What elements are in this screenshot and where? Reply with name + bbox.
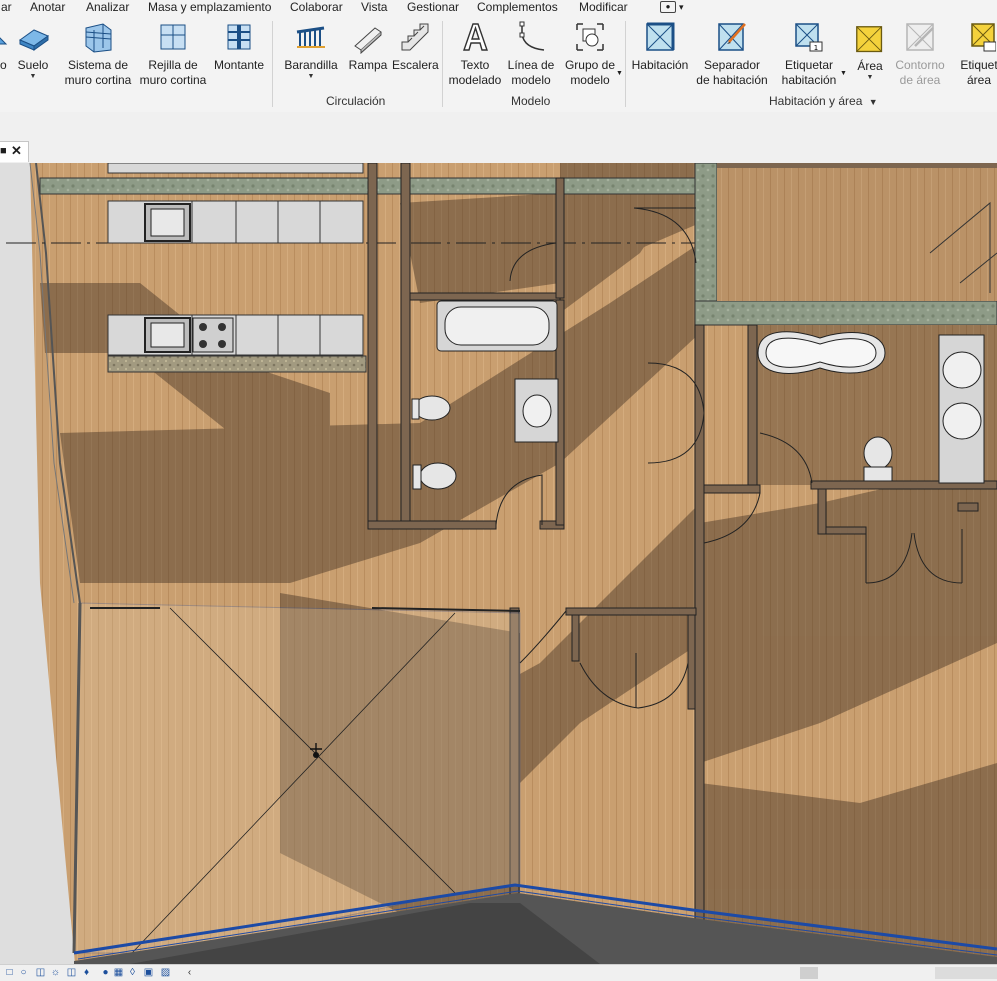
mullion-button[interactable]: Montante (212, 15, 266, 95)
show-crop-icon[interactable]: ▦ (113, 967, 124, 978)
stair-icon (401, 23, 429, 51)
mullion-icon (227, 24, 251, 50)
panel-separator (625, 21, 626, 107)
chevron-down-icon[interactable]: ▼ (13, 73, 53, 80)
horizontal-scrollbar[interactable] (935, 967, 997, 979)
tag-room-button[interactable]: 1 Etiquetar habitación (776, 15, 842, 95)
curtain-system-button[interactable]: Sistema de muro cortina (61, 15, 135, 95)
panel-circulacion: Circulación (326, 94, 386, 108)
area-icon (856, 26, 883, 53)
view-tab-strip: ■ ✕ (0, 112, 997, 163)
close-icon[interactable]: ✕ (11, 143, 22, 159)
scale-icon[interactable]: □ (4, 967, 15, 978)
menu-arquitectura[interactable]: ar (1, 0, 12, 15)
floor-plan-drawing (0, 163, 997, 964)
ramp-icon (354, 27, 382, 54)
railing-icon (296, 26, 325, 48)
model-group-button[interactable]: Grupo de modelo (560, 15, 620, 95)
temporary-hide-icon[interactable]: ▣ (143, 967, 154, 978)
crop-view-icon[interactable]: ● (100, 967, 111, 978)
model-group-icon (576, 23, 604, 51)
unlock-3d-icon[interactable]: ◊ (127, 967, 138, 978)
floor-plan-view[interactable] (0, 163, 997, 964)
model-line-icon (519, 21, 545, 51)
menu-bar: ar Anotar Analizar Masa y emplazamiento … (0, 0, 997, 15)
view-control-bar: □ ○ ◫ ☼ ◫ ♦ ● ▦ ◊ ▣ ▨ ‹ (0, 964, 997, 981)
view-tab[interactable]: ■ ✕ (0, 141, 29, 162)
menu-analizar[interactable]: Analizar (86, 0, 129, 15)
room-separator-button[interactable]: Separador de habitación (694, 15, 770, 95)
tag-room-icon: 1 (795, 23, 823, 52)
ribbon: o Suelo ▼ Sistema de muro cortina Rejill… (0, 15, 997, 113)
view-tab-label: ■ (0, 145, 7, 157)
detail-level-icon[interactable]: ○ (18, 967, 29, 978)
context-tab-icon[interactable]: ● (660, 1, 676, 13)
area-boundary-icon (906, 23, 934, 51)
chevron-down-icon[interactable]: ▼ (852, 74, 888, 81)
chevron-down-icon[interactable]: ▼ (840, 70, 847, 77)
reveal-hidden-icon[interactable]: ▨ (160, 967, 171, 978)
model-text-button[interactable]: Texto modelado (448, 15, 502, 95)
room-separator-icon (718, 23, 746, 51)
sun-path-icon[interactable]: ☼ (50, 967, 61, 978)
area-button[interactable]: Área ▼ (852, 15, 888, 95)
area-boundary-button[interactable]: Contorno de área (893, 15, 947, 95)
curtain-grid-button[interactable]: Rejilla de muro cortina (138, 15, 208, 95)
stair-button[interactable]: Escalera (392, 15, 439, 95)
railing-button[interactable]: Barandilla ▼ (282, 15, 340, 95)
model-line-button[interactable]: Línea de modelo (505, 15, 557, 95)
scroll-left-icon[interactable]: ‹ (184, 967, 195, 978)
horizontal-scrollbar-thumb[interactable] (800, 967, 818, 979)
svg-text:1: 1 (814, 44, 818, 52)
panel-modelo: Modelo (511, 94, 551, 108)
panel-habitacion-area[interactable]: Habitación y área ▼ (769, 94, 878, 108)
tag-area-icon (971, 23, 996, 52)
panel-separator (442, 21, 443, 107)
tag-area-button[interactable]: Etiquet área (954, 15, 997, 95)
chevron-down-icon[interactable]: ▼ (282, 73, 340, 80)
panel-separator (272, 21, 273, 107)
menu-modificar[interactable]: Modificar (579, 0, 628, 15)
menu-complementos[interactable]: Complementos (477, 0, 558, 15)
curtain-system-icon (85, 23, 112, 53)
roof-icon (0, 37, 8, 45)
floor-icon (18, 29, 50, 51)
room-icon (646, 22, 675, 51)
render-icon[interactable]: ♦ (81, 967, 92, 978)
chevron-down-icon[interactable]: ▾ (679, 0, 684, 14)
menu-gestionar[interactable]: Gestionar (407, 0, 459, 15)
menu-colaborar[interactable]: Colaborar (290, 0, 343, 15)
chevron-down-icon[interactable]: ▼ (869, 97, 878, 107)
shadows-icon[interactable]: ◫ (66, 967, 77, 978)
model-text-icon (463, 23, 488, 51)
menu-anotar[interactable]: Anotar (30, 0, 65, 15)
curtain-grid-icon (160, 24, 186, 50)
roof-button[interactable]: o (0, 15, 8, 95)
visual-style-icon[interactable]: ◫ (35, 967, 46, 978)
ramp-button[interactable]: Rampa (347, 15, 389, 95)
floor-button[interactable]: Suelo ▼ (13, 15, 53, 95)
menu-masa-emplazamiento[interactable]: Masa y emplazamiento (148, 0, 271, 15)
room-button[interactable]: Habitación (630, 15, 690, 95)
chevron-down-icon[interactable]: ▼ (616, 70, 623, 77)
menu-vista[interactable]: Vista (361, 0, 387, 15)
